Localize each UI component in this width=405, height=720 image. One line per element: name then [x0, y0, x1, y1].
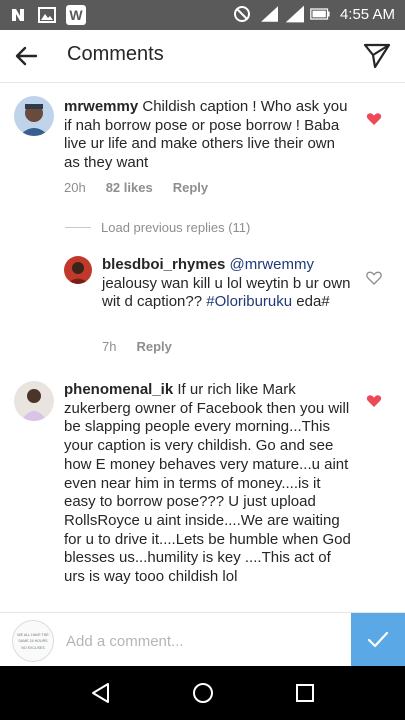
comment-text: If ur rich like Mark zukerberg owner of … [64, 381, 351, 586]
checkmark-icon [367, 631, 389, 648]
reply-text-after: eda# [292, 293, 330, 311]
avatar[interactable] [64, 256, 92, 284]
comment-likes[interactable]: 82 likes [106, 180, 153, 195]
load-previous-label: Load previous replies (11) [101, 220, 251, 235]
app-header: Comments [0, 30, 405, 83]
system-icons: 4:55 AM [232, 4, 395, 24]
n-app-icon [8, 5, 28, 25]
heart-filled-icon [366, 395, 382, 407]
avatar[interactable] [14, 381, 54, 421]
paper-plane-icon [363, 43, 391, 69]
nav-recents-button[interactable] [293, 681, 317, 705]
avatar-text-line: WE ALL HAVE THE [17, 633, 49, 637]
like-button[interactable] [366, 111, 382, 127]
arrow-left-icon [15, 46, 38, 66]
post-button[interactable] [351, 613, 405, 667]
reply-button[interactable]: Reply [136, 339, 171, 354]
comment-username[interactable]: phenomenal_ik [64, 381, 173, 398]
clock: 4:55 AM [339, 5, 395, 23]
like-button[interactable] [366, 270, 382, 286]
load-previous-replies[interactable]: Load previous replies (11) [65, 220, 250, 235]
reply-button[interactable]: Reply [173, 180, 208, 195]
heart-outline-icon [366, 271, 382, 285]
page-title: Comments [67, 43, 164, 65]
avatar: WE ALL HAVE THE SAME 24 HOURS NO EXCUSES [12, 620, 54, 662]
comment-input-bar: WE ALL HAVE THE SAME 24 HOURS NO EXCUSES [0, 612, 405, 667]
comment-input[interactable] [64, 625, 338, 657]
w-app-letter: W [69, 7, 83, 23]
comment-time: 20h [64, 180, 86, 195]
like-button[interactable] [366, 393, 382, 409]
gallery-icon [37, 5, 57, 25]
back-triangle-icon [92, 683, 109, 703]
avatar-text-line: NO EXCUSES [21, 646, 45, 650]
divider-line [65, 227, 91, 228]
reply-hashtag[interactable]: #Oloriburuku [206, 293, 292, 310]
comment-body: phenomenal_ik If ur rich like Mark zuker… [64, 381, 354, 587]
home-circle-icon [193, 683, 213, 703]
avatar[interactable] [14, 96, 54, 136]
do-not-disturb-icon [232, 4, 252, 24]
nav-back-button[interactable] [89, 681, 113, 705]
back-button[interactable] [12, 42, 40, 70]
notification-icons: W [8, 5, 86, 25]
battery-icon [310, 4, 330, 24]
signal-icon [284, 4, 304, 24]
reply-username[interactable]: blesdboi_rhymes [102, 256, 225, 273]
status-bar: W 4:55 AM [0, 0, 405, 30]
avatar-text-line: SAME 24 HOURS [18, 639, 48, 643]
reply-mention[interactable]: @mrwemmy [225, 256, 314, 273]
share-button[interactable] [363, 41, 391, 69]
comment-meta: 20h 82 likes Reply [64, 180, 208, 195]
comment-body: mrwemmy Childish caption ! Who ask you i… [64, 98, 354, 173]
reply-meta: 7h Reply [102, 339, 172, 354]
reply-time: 7h [102, 339, 117, 354]
comments-list[interactable]: mrwemmy Childish caption ! Who ask you i… [0, 83, 405, 611]
heart-filled-icon [366, 113, 382, 125]
comment-username[interactable]: mrwemmy [64, 98, 138, 115]
navigation-bar [0, 666, 405, 720]
signal-3g-icon [258, 4, 278, 24]
reply-body: blesdboi_rhymes @mrwemmy jealousy wan ki… [102, 256, 360, 312]
w-app-icon: W [66, 5, 86, 25]
recents-square-icon [296, 684, 314, 702]
nav-home-button[interactable] [191, 681, 215, 705]
